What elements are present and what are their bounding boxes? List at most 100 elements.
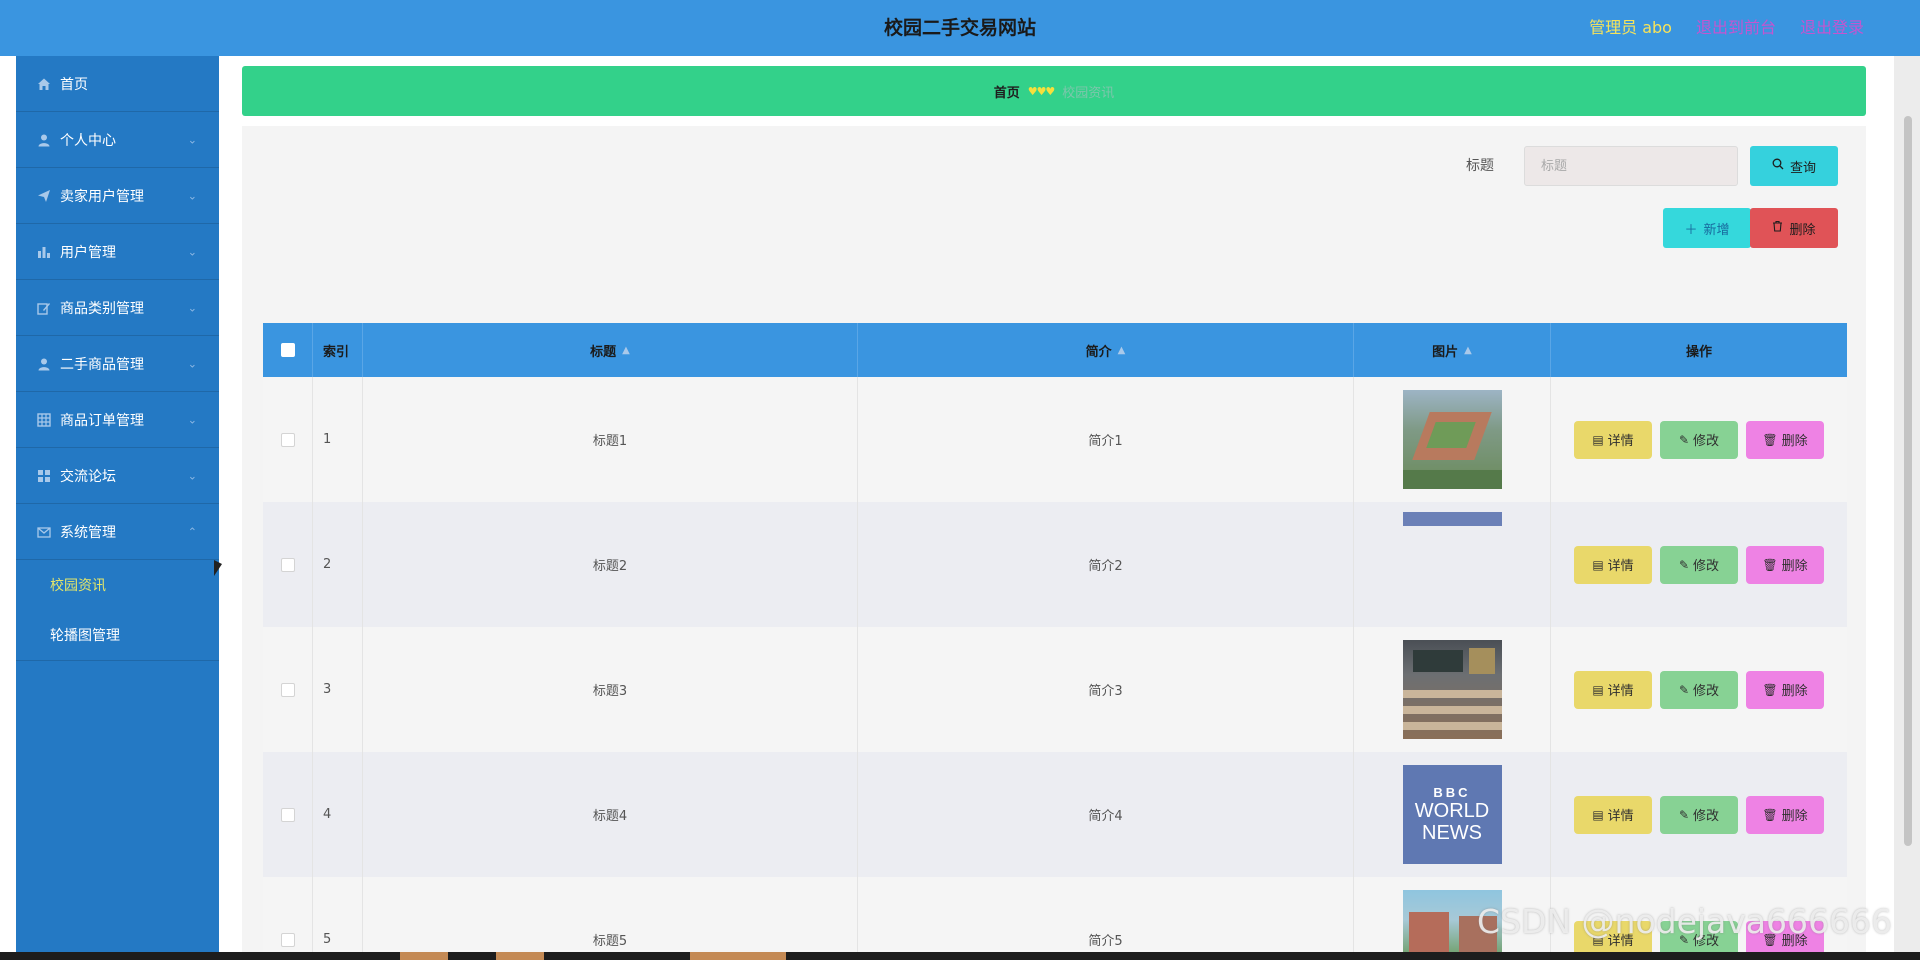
delete-button[interactable]: 🗑 删除 xyxy=(1746,545,1824,584)
edit-button[interactable]: ✎ 修改 xyxy=(1660,420,1738,459)
breadcrumb-current: 校园资讯 xyxy=(1062,85,1115,101)
sidebar-item-label: 卖家用户管理 xyxy=(60,188,144,205)
bulk-delete-button[interactable]: 删除 xyxy=(1750,208,1838,248)
breadcrumb-home[interactable]: 首页 xyxy=(994,82,1020,101)
column-header-title[interactable]: 标题 ▲ xyxy=(363,323,858,377)
logout-link[interactable]: 退出登录 xyxy=(1800,14,1864,38)
sidebar-item-label: 交流论坛 xyxy=(60,468,116,485)
table-header: 索引 标题 ▲ 简介 ▲ 图片 ▲ 操作 xyxy=(263,323,1847,377)
row-check-cell xyxy=(263,627,313,752)
row-title: 标题1 xyxy=(363,377,858,502)
system-submenu: 校园资讯 轮播图管理 xyxy=(16,560,219,661)
breadcrumb: 首页 ♥♥♥ 校园资讯 xyxy=(242,66,1866,116)
column-header-image[interactable]: 图片 ▲ xyxy=(1354,323,1551,377)
column-header-intro[interactable]: 简介 ▲ xyxy=(858,323,1354,377)
select-all-cell xyxy=(263,323,313,377)
chevron-down-icon: ⌄ xyxy=(187,357,197,370)
mouse-cursor-icon xyxy=(214,560,222,576)
plus-icon: ＋ xyxy=(1684,222,1698,238)
delete-button[interactable]: 🗑 删除 xyxy=(1746,670,1824,709)
delete-button[interactable]: 🗑 删除 xyxy=(1746,795,1824,834)
taskbar-segment xyxy=(400,952,448,960)
document-icon: ▤ xyxy=(1592,807,1604,822)
row-checkbox[interactable] xyxy=(280,557,295,572)
add-button[interactable]: ＋ 新增 xyxy=(1663,208,1751,248)
taskbar-segment xyxy=(496,952,544,960)
row-title: 标题3 xyxy=(363,627,858,752)
column-header-label: 简介 xyxy=(1085,344,1112,360)
news-text: NEWS xyxy=(1422,822,1482,844)
row-checkbox[interactable] xyxy=(280,682,295,697)
vertical-scrollbar[interactable] xyxy=(1894,56,1920,960)
submenu-item-carousel-management[interactable]: 轮播图管理 xyxy=(16,610,219,660)
sort-icon[interactable]: ▲ xyxy=(1464,345,1472,356)
document-icon: ▤ xyxy=(1592,682,1604,697)
detail-label: 详情 xyxy=(1607,684,1634,699)
search-title-input[interactable] xyxy=(1524,146,1738,186)
header-user-area: 管理员 abo 退出到前台 退出登录 xyxy=(1589,0,1864,52)
delete-button[interactable]: 🗑 删除 xyxy=(1746,420,1824,459)
add-button-label: 新增 xyxy=(1703,222,1730,238)
delete-label: 删除 xyxy=(1781,684,1808,699)
row-title: 标题4 xyxy=(363,752,858,877)
table-row: 3 标题3 简介3 ▤ 详情 ✎ 修改 🗑 删除 xyxy=(263,627,1847,752)
row-checkbox[interactable] xyxy=(280,807,295,822)
taskbar-segment xyxy=(690,952,786,960)
bulk-delete-label: 删除 xyxy=(1789,222,1816,238)
sidebar-item-category-management[interactable]: 商品类别管理 ⌄ xyxy=(16,280,219,336)
chevron-down-icon: ⌄ xyxy=(187,301,197,314)
send-icon xyxy=(36,188,52,204)
row-index: 4 xyxy=(313,752,363,877)
search-button-label: 查询 xyxy=(1789,160,1816,176)
sidebar-item-label: 个人中心 xyxy=(60,132,116,149)
taskbar-strip xyxy=(0,952,1920,960)
user-icon xyxy=(36,132,52,148)
sidebar-item-seller-users[interactable]: 卖家用户管理 ⌄ xyxy=(16,168,219,224)
sidebar-item-label: 商品订单管理 xyxy=(60,412,144,429)
edit-button[interactable]: ✎ 修改 xyxy=(1660,545,1738,584)
exit-to-front-link[interactable]: 退出到前台 xyxy=(1696,14,1776,38)
row-index: 5 xyxy=(313,877,363,960)
table-row: 2 标题2 简介2 ▤ 详情 ✎ 修改 🗑 删除 xyxy=(263,502,1847,627)
bar-chart-icon xyxy=(36,244,52,260)
sort-icon[interactable]: ▲ xyxy=(1118,345,1126,356)
row-index: 3 xyxy=(313,627,363,752)
grid-icon xyxy=(36,412,52,428)
detail-button[interactable]: ▤ 详情 xyxy=(1574,545,1652,584)
select-all-checkbox[interactable] xyxy=(280,343,295,357)
chevron-up-icon: ⌃ xyxy=(187,525,197,538)
sidebar-item-home[interactable]: 首页 xyxy=(16,56,219,112)
chevron-down-icon: ⌄ xyxy=(187,469,197,482)
column-header-actions: 操作 xyxy=(1685,344,1712,360)
detail-button[interactable]: ▤ 详情 xyxy=(1574,795,1652,834)
detail-button[interactable]: ▤ 详情 xyxy=(1574,420,1652,459)
user-icon xyxy=(36,356,52,372)
scrollbar-thumb[interactable] xyxy=(1904,116,1912,846)
sidebar-item-system-management[interactable]: 系统管理 ⌃ xyxy=(16,504,219,560)
column-header-label: 标题 xyxy=(590,344,617,360)
detail-button[interactable]: ▤ 详情 xyxy=(1574,670,1652,709)
sort-icon[interactable]: ▲ xyxy=(622,345,630,356)
sidebar-item-forum[interactable]: 交流论坛 ⌄ xyxy=(16,448,219,504)
edit-label: 修改 xyxy=(1693,559,1720,574)
row-intro: 简介2 xyxy=(858,502,1354,627)
bbc-world-news-image: BBC WORLD NEWS xyxy=(1402,765,1502,864)
sidebar-item-second-hand-goods[interactable]: 二手商品管理 ⌄ xyxy=(16,336,219,392)
sidebar-item-order-management[interactable]: 商品订单管理 ⌄ xyxy=(16,392,219,448)
trash-icon xyxy=(1772,220,1783,236)
column-header-label: 图片 xyxy=(1432,344,1459,360)
edit-label: 修改 xyxy=(1693,434,1720,449)
edit-button[interactable]: ✎ 修改 xyxy=(1660,795,1738,834)
search-button[interactable]: 查询 xyxy=(1750,146,1838,186)
row-intro: 简介1 xyxy=(858,377,1354,502)
sidebar-item-personal-center[interactable]: 个人中心 ⌄ xyxy=(16,112,219,168)
row-index: 1 xyxy=(313,377,363,502)
edit-button[interactable]: ✎ 修改 xyxy=(1660,670,1738,709)
row-checkbox[interactable] xyxy=(280,432,295,447)
row-intro: 简介3 xyxy=(858,627,1354,752)
row-image-cell xyxy=(1354,627,1551,752)
submenu-item-campus-news[interactable]: 校园资讯 xyxy=(16,560,219,610)
row-checkbox[interactable] xyxy=(280,932,295,947)
sidebar-item-user-management[interactable]: 用户管理 ⌄ xyxy=(16,224,219,280)
row-check-cell xyxy=(263,752,313,877)
